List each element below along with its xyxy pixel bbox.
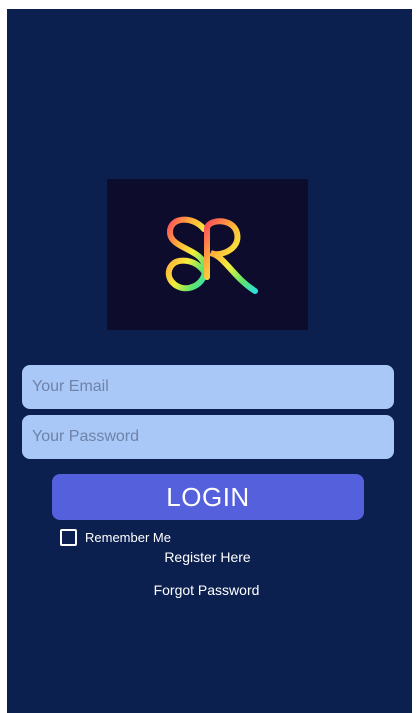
forgot-password-link[interactable]: Forgot Password	[4, 582, 409, 598]
checkbox-box[interactable]	[60, 528, 77, 546]
password-input[interactable]	[22, 415, 394, 459]
remember-me-label: Remember Me	[85, 529, 171, 545]
login-screen: LOGIN Remember Me Register Here Forgot P…	[7, 9, 412, 713]
app-logo	[107, 179, 308, 330]
login-button[interactable]: LOGIN	[52, 474, 364, 520]
email-input[interactable]	[22, 365, 394, 409]
remember-me-checkbox[interactable]: Remember Me	[60, 528, 171, 546]
sr-logo-icon	[165, 216, 258, 294]
register-link[interactable]: Register Here	[5, 549, 410, 565]
